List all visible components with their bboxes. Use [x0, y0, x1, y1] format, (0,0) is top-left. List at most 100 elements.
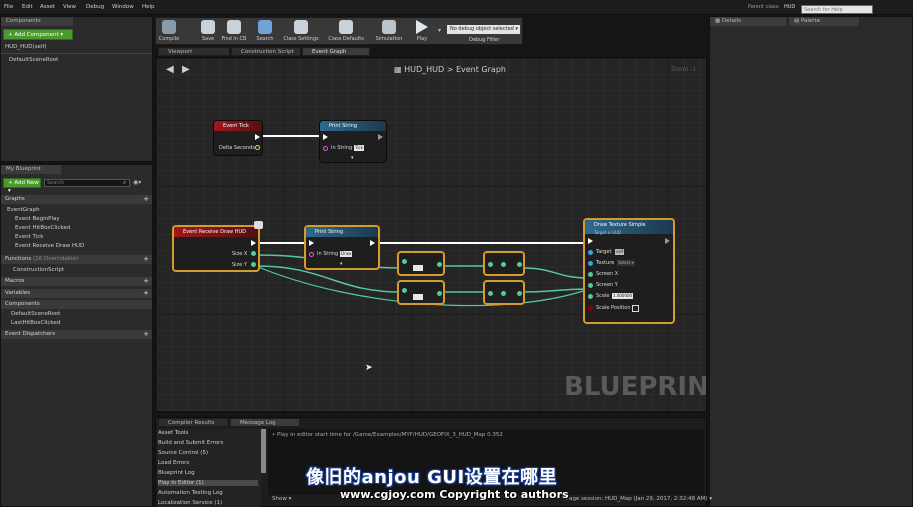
delta-seconds-pin[interactable] [255, 145, 260, 150]
add-dispatcher-icon[interactable]: + [143, 330, 149, 339]
play-dropdown-icon[interactable]: ▾ [438, 27, 441, 34]
scale-value[interactable]: 1.000000 [612, 293, 634, 299]
menu-window[interactable]: Window [112, 4, 134, 10]
tab-event-graph[interactable]: Event Graph [302, 47, 370, 56]
input-pin[interactable] [488, 262, 493, 267]
menu-edit[interactable]: Edit [22, 4, 33, 10]
details-tab[interactable]: ▦ Details [710, 17, 786, 26]
graph-item[interactable]: EventGraph [7, 207, 40, 213]
blueprint-search-input[interactable]: Search [44, 179, 130, 187]
value-field[interactable] [413, 265, 423, 271]
palette-tab[interactable]: ▤ Palette [789, 17, 859, 26]
graph-item[interactable]: Event Tick [15, 234, 43, 240]
screen-y-pin[interactable] [588, 283, 593, 288]
exec-out-pin[interactable] [255, 134, 260, 140]
section-macros[interactable]: Macros + [1, 277, 152, 286]
log-category-selected[interactable]: Play in Editor (1) [158, 480, 258, 486]
search-icon[interactable]: ⌕ [123, 179, 130, 187]
add-graph-icon[interactable]: + [143, 195, 149, 204]
exec-in-pin[interactable] [323, 134, 328, 140]
size-x-pin[interactable] [251, 251, 256, 256]
output-pin[interactable] [437, 291, 442, 296]
input-pin[interactable] [402, 288, 407, 293]
in-string-pin[interactable] [309, 252, 314, 257]
section-functions[interactable]: Functions (26 Overridable) + [1, 255, 152, 264]
add-macro-icon[interactable]: + [143, 277, 149, 286]
section-dispatchers[interactable]: Event Dispatchers + [1, 330, 152, 339]
draw-texture-simple-node[interactable]: Draw Texture Simple Target is HUD Target … [583, 218, 675, 324]
log-category[interactable]: Blueprint Log [158, 470, 195, 476]
input-pin[interactable] [488, 291, 493, 296]
graph-item[interactable]: Event Receive Draw HUD [15, 243, 84, 249]
comment-bubble-icon[interactable] [254, 221, 263, 229]
search-button[interactable]: Search [254, 20, 276, 42]
menu-file[interactable]: File [4, 4, 13, 10]
section-components[interactable]: Components [1, 300, 152, 309]
show-filter[interactable]: Show ▾ [272, 496, 291, 502]
exec-out-pin[interactable] [665, 238, 670, 244]
graph-item[interactable]: Event HitBoxClicked [15, 225, 70, 231]
add-variable-icon[interactable]: + [143, 289, 149, 298]
scale-position-checkbox[interactable] [632, 305, 639, 312]
in-string-pin[interactable] [323, 146, 328, 151]
output-pin[interactable] [437, 262, 442, 267]
input-pin[interactable] [402, 259, 407, 264]
component-var-item[interactable]: LastHitBoxClicked [11, 320, 60, 326]
function-item[interactable]: ConstructionScript [13, 267, 64, 273]
in-string-value[interactable]: Draw [340, 251, 353, 257]
print-string-node[interactable]: Print String In String Draw ▾ [304, 225, 380, 270]
log-category[interactable]: Asset Tools [158, 430, 188, 436]
log-category[interactable]: Load Errors [158, 460, 189, 466]
print-string-node[interactable]: Print String In String Tick ▾ [319, 120, 387, 163]
size-y-pin[interactable] [251, 262, 256, 267]
target-pin[interactable] [588, 250, 593, 255]
component-root[interactable]: HUD_HUD(self) [5, 44, 47, 50]
exec-out-pin[interactable] [251, 240, 256, 246]
log-category[interactable]: Automation Testing Log [158, 490, 223, 496]
add-function-icon[interactable]: + [143, 255, 149, 264]
in-string-value[interactable]: Tick [354, 145, 364, 151]
math-node[interactable] [397, 251, 445, 276]
compile-button[interactable]: Compile [158, 20, 180, 42]
event-receive-draw-hud-node[interactable]: Event Receive Draw HUD Size X Size Y [172, 225, 260, 272]
play-button[interactable]: Play [411, 20, 433, 42]
tab-construction-script[interactable]: Construction Script [231, 47, 301, 56]
target-value[interactable]: self [615, 249, 625, 255]
find-in-cb-button[interactable]: Find in CB [220, 20, 248, 42]
input-pin[interactable] [501, 262, 506, 267]
exec-out-pin[interactable] [370, 240, 375, 246]
math-node[interactable] [483, 280, 525, 305]
section-variables[interactable]: Variables + [1, 289, 152, 298]
component-var-item[interactable]: DefaultSceneRoot [11, 311, 60, 317]
class-defaults-button[interactable]: Class Defaults [328, 20, 364, 42]
debug-object-select[interactable]: No debug object selected ▾ [447, 25, 520, 34]
exec-in-pin[interactable] [309, 240, 314, 246]
tab-compiler-results[interactable]: Compiler Results [158, 418, 228, 427]
parent-class-value[interactable]: HUD [784, 4, 795, 10]
math-node[interactable] [483, 251, 525, 276]
add-new-button[interactable]: + Add New ▾ [3, 178, 41, 194]
scale-position-pin[interactable] [588, 306, 593, 311]
section-graphs[interactable]: Graphs + [1, 195, 152, 204]
graph-item[interactable]: Event BeginPlay [15, 216, 60, 222]
log-category[interactable]: Build and Submit Errors [158, 440, 223, 446]
save-button[interactable]: Save [199, 20, 217, 42]
math-node[interactable] [397, 280, 445, 305]
scale-pin[interactable] [588, 294, 593, 299]
event-graph-canvas[interactable]: ◀ ▶ ▦ HUD_HUD > Event Graph Zoom -1 BLUE… [155, 57, 707, 412]
value-field[interactable] [413, 294, 423, 300]
texture-select[interactable]: Select ▾ [617, 260, 635, 266]
exec-in-pin[interactable] [588, 238, 593, 244]
input-pin[interactable] [501, 291, 506, 296]
category-scrollbar[interactable] [261, 429, 266, 473]
texture-pin[interactable] [588, 261, 593, 266]
output-pin[interactable] [517, 291, 522, 296]
menu-asset[interactable]: Asset [40, 4, 55, 10]
help-search-input[interactable]: Search for Help [801, 5, 873, 14]
expand-icon[interactable]: ▾ [340, 261, 343, 267]
page-session[interactable]: Page session: HUD_Map (Jan 29, 2017, 2:3… [566, 496, 712, 502]
screen-x-pin[interactable] [588, 272, 593, 277]
component-item[interactable]: DefaultSceneRoot [9, 57, 58, 63]
view-options-icon[interactable]: ◉▾ [133, 179, 141, 186]
menu-help[interactable]: Help [142, 4, 155, 10]
